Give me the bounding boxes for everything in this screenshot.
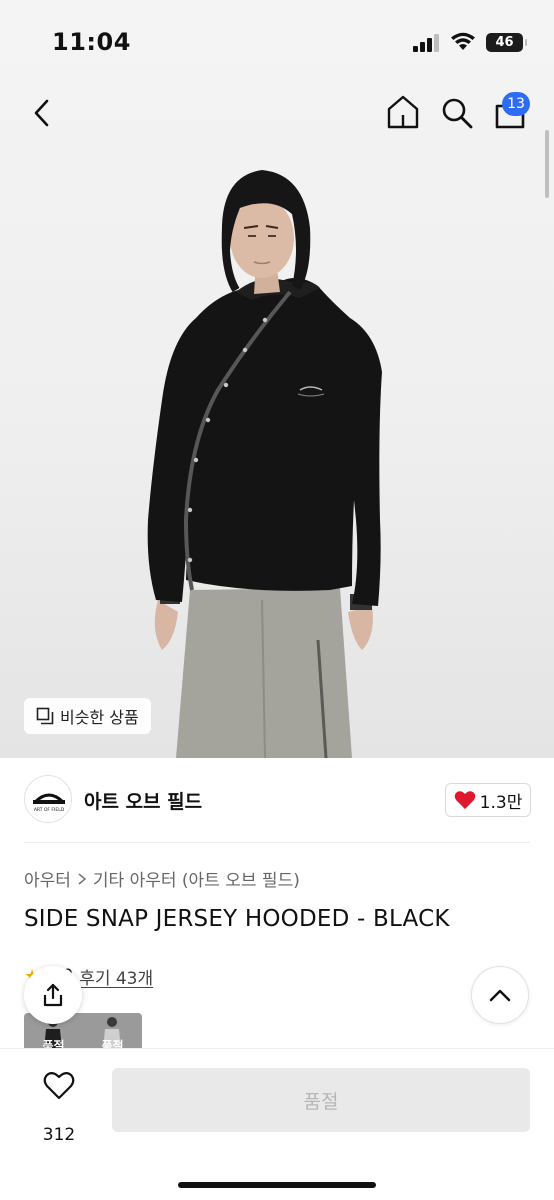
- wishlist-count: 312: [42, 1125, 76, 1145]
- scrollbar-thumb[interactable]: [545, 130, 549, 198]
- buy-button-disabled[interactable]: 품절: [112, 1068, 530, 1132]
- brand-row: ART OF FIELD 아트 오브 필드 1.3만: [0, 775, 554, 825]
- chevron-right-icon: [78, 872, 87, 885]
- scroll-to-top-button[interactable]: [471, 966, 529, 1024]
- battery-indicator: 46: [486, 33, 527, 52]
- wishlist-button[interactable]: 312: [26, 1069, 92, 1145]
- home-indicator: [178, 1182, 376, 1188]
- copy-icon: [36, 707, 54, 725]
- breadcrumb: 아우터 기타 아우터 (아트 오브 필드): [24, 866, 300, 891]
- product-photo: [147, 170, 382, 758]
- svg-text:ART OF FIELD: ART OF FIELD: [34, 807, 65, 813]
- cellular-signal-icon: [413, 34, 439, 52]
- status-bar: 11:04 46: [0, 0, 554, 88]
- bottom-action-bar: 312 품절: [0, 1048, 554, 1200]
- status-time: 11:04: [52, 28, 131, 56]
- search-icon[interactable]: [440, 96, 474, 130]
- section-divider: [24, 842, 530, 843]
- product-title: SIDE SNAP JERSEY HOODED - BLACK: [24, 906, 450, 932]
- chevron-up-icon: [489, 989, 511, 1002]
- similar-products-button[interactable]: 비슷한 상품: [24, 698, 151, 734]
- variant-thumbnail[interactable]: 품절: [83, 1013, 142, 1051]
- breadcrumb-category[interactable]: 아우터: [24, 866, 71, 891]
- brand-like-button[interactable]: 1.3만: [445, 783, 531, 817]
- brand-name[interactable]: 아트 오브 필드: [84, 787, 202, 814]
- product-hero-image[interactable]: 11:04 46 13 비슷한 상품: [0, 0, 554, 758]
- share-button[interactable]: [24, 966, 82, 1024]
- chevron-left-icon[interactable]: [30, 98, 54, 128]
- breadcrumb-subcategory[interactable]: 기타 아우터 (아트 오브 필드): [93, 866, 300, 891]
- wifi-icon: [451, 32, 475, 50]
- brand-logo-mark: ART OF FIELD: [33, 793, 65, 813]
- top-navigation: [0, 88, 554, 138]
- reviews-link[interactable]: 후기 43개: [79, 964, 153, 989]
- heart-filled-icon: [454, 791, 475, 809]
- home-icon[interactable]: [386, 94, 420, 130]
- brand-like-count: 1.3만: [479, 792, 523, 813]
- brand-logo[interactable]: ART OF FIELD: [24, 775, 72, 823]
- share-icon: [43, 983, 63, 1007]
- similar-products-label: 비슷한 상품: [60, 708, 139, 727]
- heart-outline-icon: [43, 1072, 75, 1100]
- cart-count-badge: 13: [502, 92, 530, 116]
